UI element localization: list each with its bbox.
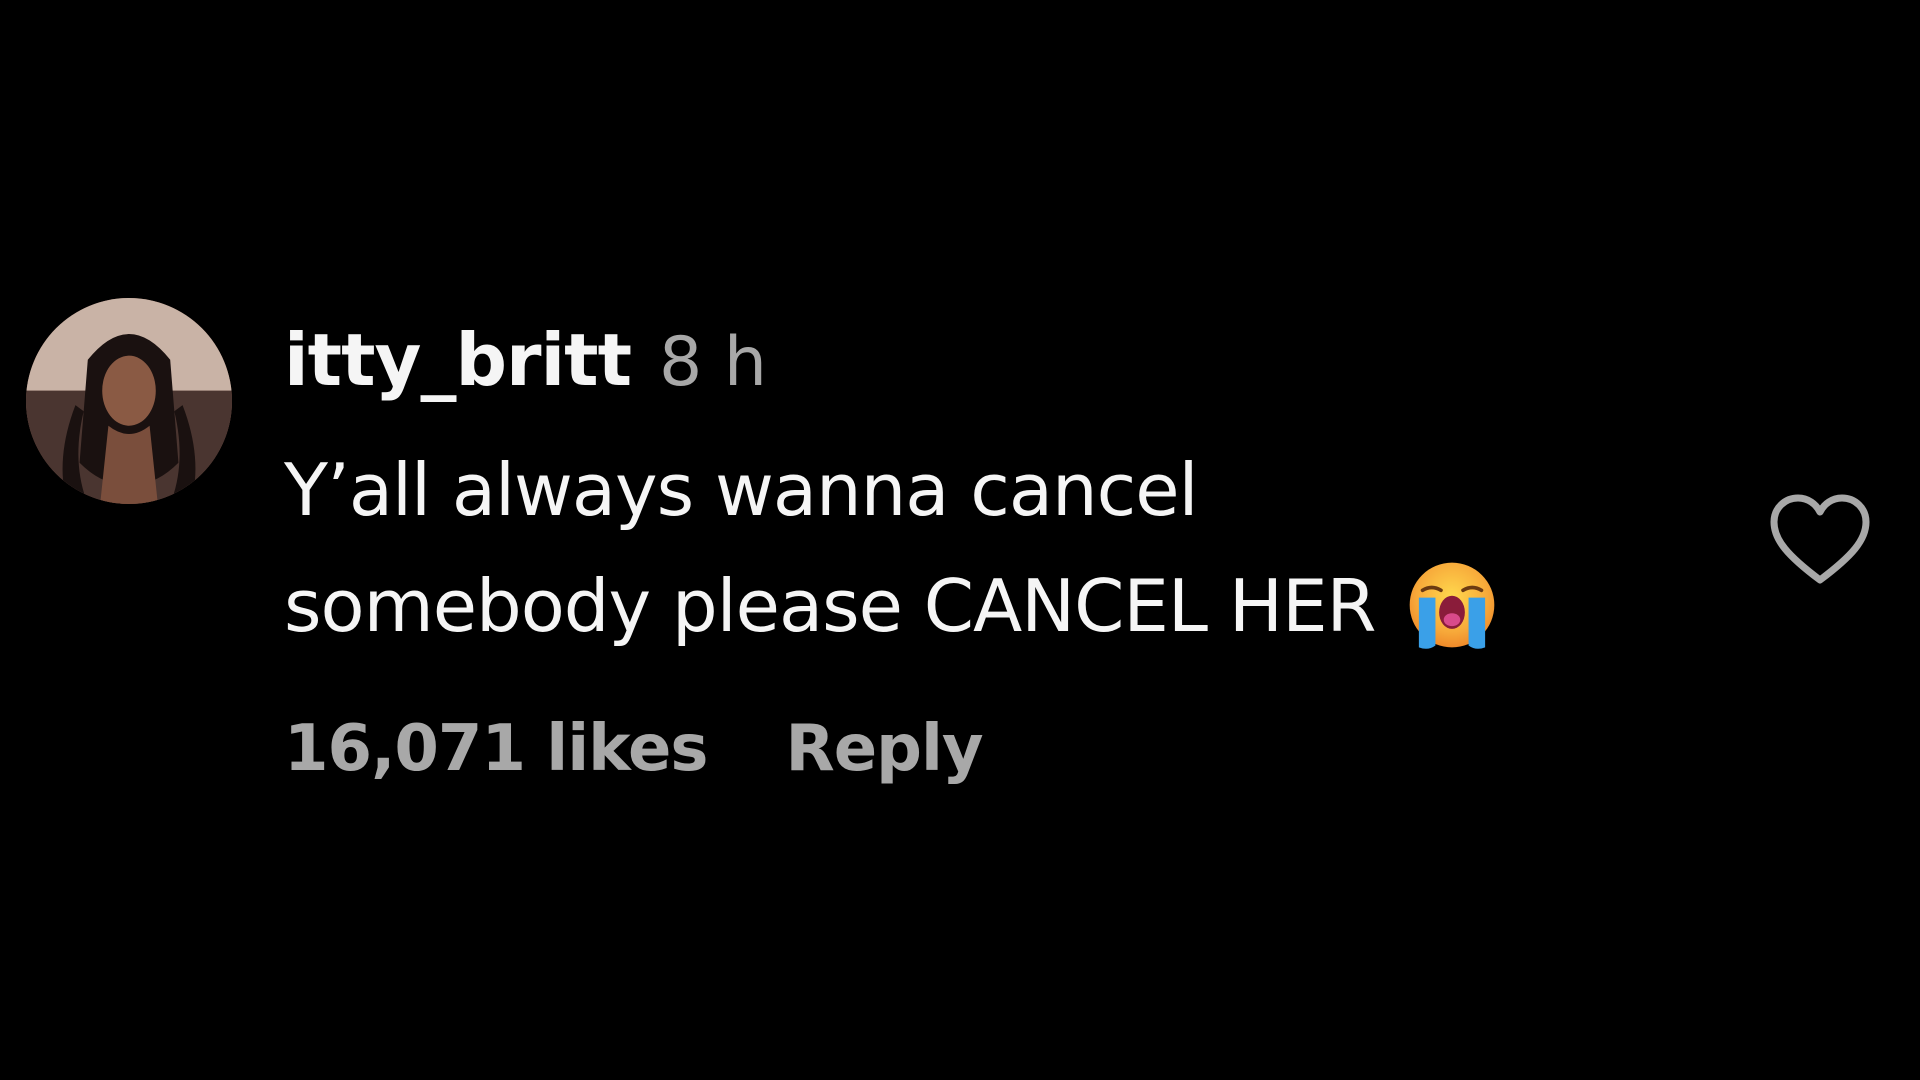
likes-count[interactable]: 16,071 likes [284,712,708,786]
reply-button[interactable]: Reply [785,712,983,786]
comment-text-line-2: somebody please CANCEL HER [284,548,1724,664]
comment: itty_britt 8 h Y’all always wanna cancel… [0,0,1920,1080]
stage: itty_britt 8 h Y’all always wanna cancel… [0,0,1920,1080]
username[interactable]: itty_britt [284,318,632,402]
timestamp: 8 h [659,323,767,402]
comment-text: Y’all always wanna cancel somebody pleas… [284,432,1724,664]
comment-text-line-1: Y’all always wanna cancel [284,448,1199,532]
comment-header: itty_britt 8 h [284,318,767,408]
heart-outline-icon[interactable] [1768,492,1872,588]
comment-text-line-2-text: somebody please CANCEL HER [284,564,1377,648]
avatar[interactable] [26,298,232,504]
loudly-crying-face-icon [1406,559,1498,651]
avatar-photo [26,298,232,504]
comment-actions: 16,071 likes Reply [284,712,984,802]
